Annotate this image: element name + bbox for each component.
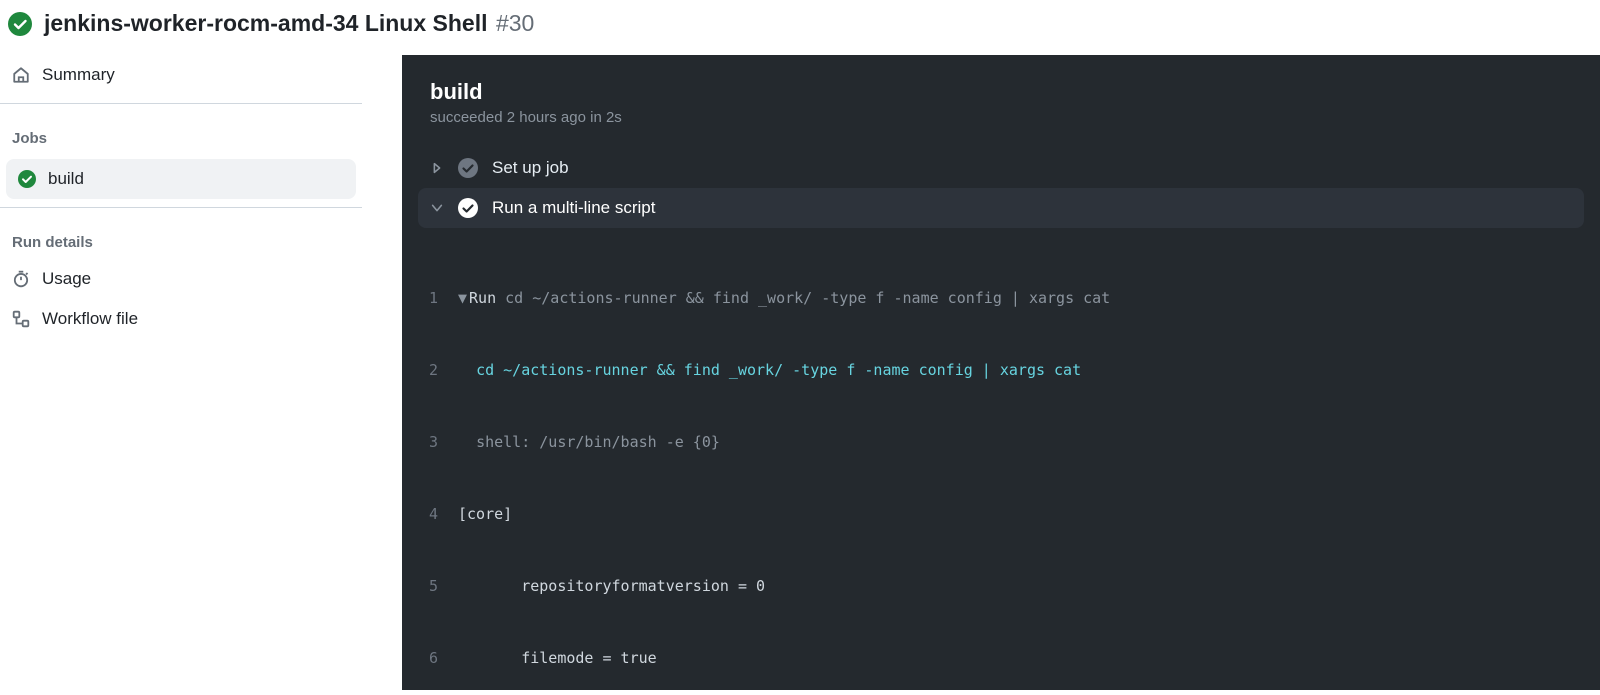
nav-workflow-file-label: Workflow file bbox=[42, 309, 138, 329]
chevron-down-icon bbox=[430, 201, 444, 215]
log-line[interactable]: 2 cd ~/actions-runner && find _work/ -ty… bbox=[402, 358, 1600, 382]
step-run-script[interactable]: Run a multi-line script bbox=[418, 188, 1584, 228]
step-name: Run a multi-line script bbox=[492, 198, 655, 218]
nav-summary-label: Summary bbox=[42, 65, 115, 85]
sidebar: Summary Jobs build Run details bbox=[0, 55, 402, 690]
job-subtitle: succeeded 2 hours ago in 2s bbox=[430, 109, 1572, 126]
log-panel: build succeeded 2 hours ago in 2s Set up… bbox=[402, 55, 1600, 690]
nav-job-label: build bbox=[48, 169, 84, 189]
check-circle-icon bbox=[18, 170, 36, 188]
check-circle-icon bbox=[458, 158, 478, 178]
home-icon bbox=[12, 66, 30, 84]
check-circle-icon bbox=[8, 12, 32, 36]
log-line[interactable]: 1▼Run cd ~/actions-runner && find _work/… bbox=[402, 286, 1600, 310]
log-line[interactable]: 4[core] bbox=[402, 502, 1600, 526]
nav-workflow-file[interactable]: Workflow file bbox=[0, 299, 362, 339]
log-line[interactable]: 6 filemode = true bbox=[402, 646, 1600, 670]
chevron-right-icon bbox=[430, 161, 444, 175]
job-header: build succeeded 2 hours ago in 2s bbox=[402, 55, 1600, 144]
nav-usage-label: Usage bbox=[42, 269, 91, 289]
log-output: 1▼Run cd ~/actions-runner && find _work/… bbox=[402, 232, 1600, 690]
run-number: #30 bbox=[496, 10, 534, 36]
step-name: Set up job bbox=[492, 158, 569, 178]
log-line[interactable]: 3 shell: /usr/bin/bash -e {0} bbox=[402, 430, 1600, 454]
page-header: jenkins-worker-rocm-amd-34 Linux Shell #… bbox=[0, 0, 1600, 55]
step-setup-job[interactable]: Set up job bbox=[418, 148, 1584, 188]
workflow-file-icon bbox=[12, 310, 30, 328]
log-line[interactable]: 5 repositoryformatversion = 0 bbox=[402, 574, 1600, 598]
workflow-title: jenkins-worker-rocm-amd-34 Linux Shell bbox=[44, 10, 488, 36]
nav-job-build[interactable]: build bbox=[6, 159, 356, 199]
jobs-heading: Jobs bbox=[0, 112, 362, 155]
check-circle-icon bbox=[458, 198, 478, 218]
job-title: build bbox=[430, 79, 1572, 105]
nav-usage[interactable]: Usage bbox=[0, 259, 362, 299]
nav-summary[interactable]: Summary bbox=[0, 55, 362, 95]
stopwatch-icon bbox=[12, 270, 30, 288]
page-title-wrap: jenkins-worker-rocm-amd-34 Linux Shell #… bbox=[44, 10, 534, 37]
run-details-heading: Run details bbox=[0, 216, 362, 259]
